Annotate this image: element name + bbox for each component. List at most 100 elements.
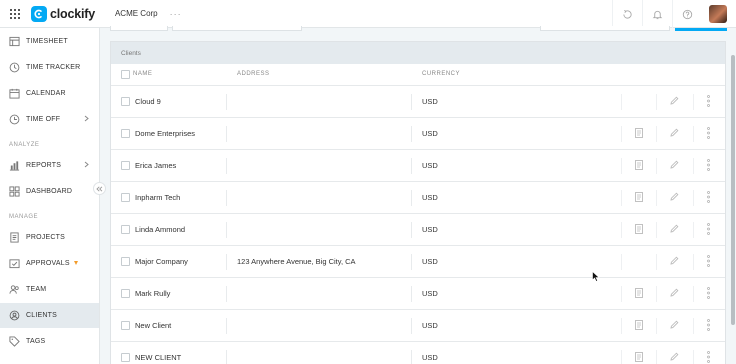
sidebar-item-tags[interactable]: TAGS xyxy=(0,329,99,354)
column-header-name[interactable]: NAME xyxy=(133,71,152,77)
sidebar-item-clients[interactable]: CLIENTS xyxy=(0,303,99,328)
time-off-icon xyxy=(9,114,20,125)
note-icon[interactable] xyxy=(635,352,643,364)
sidebar-item-label: TAGS xyxy=(26,338,46,345)
note-icon[interactable] xyxy=(635,192,643,204)
row-checkbox[interactable] xyxy=(121,161,130,170)
client-address[interactable]: 123 Anywhere Avenue, Big City, CA xyxy=(237,257,356,266)
more-options-icon[interactable] xyxy=(707,159,710,173)
edit-pencil-icon[interactable] xyxy=(670,288,679,299)
table-row[interactable]: NEW CLIENT USD xyxy=(111,341,725,364)
client-currency[interactable]: USD xyxy=(422,289,438,298)
collapse-sidebar-icon[interactable] xyxy=(93,182,106,195)
row-checkbox[interactable] xyxy=(121,129,130,138)
sidebar-item-label: TIMESHEET xyxy=(26,38,68,45)
client-name[interactable]: New Client xyxy=(135,321,171,330)
row-checkbox[interactable] xyxy=(121,97,130,106)
filter-control[interactable] xyxy=(110,26,168,31)
note-icon[interactable] xyxy=(635,224,643,236)
table-row[interactable]: Dome Enterprises USD xyxy=(111,117,725,149)
workspace-more-icon[interactable]: ··· xyxy=(170,9,182,19)
client-name[interactable]: Inpharm Tech xyxy=(135,193,180,202)
client-currency[interactable]: USD xyxy=(422,257,438,266)
search-control[interactable] xyxy=(172,26,302,31)
client-name[interactable]: Dome Enterprises xyxy=(135,129,195,138)
select-all-checkbox[interactable] xyxy=(121,70,130,79)
table-row[interactable]: Erica James USD xyxy=(111,149,725,181)
edit-pencil-icon[interactable] xyxy=(670,320,679,331)
sidebar-item-reports[interactable]: REPORTS xyxy=(0,153,99,178)
client-currency[interactable]: USD xyxy=(422,161,438,170)
client-currency[interactable]: USD xyxy=(422,193,438,202)
more-options-icon[interactable] xyxy=(707,223,710,237)
sidebar-item-label: CLIENTS xyxy=(26,312,57,319)
sidebar-item-time-tracker[interactable]: TIME TRACKER xyxy=(0,55,99,80)
sidebar-item-label: APPROVALS xyxy=(26,260,70,267)
client-currency[interactable]: USD xyxy=(422,129,438,138)
sidebar-item-team[interactable]: TEAM xyxy=(0,277,99,302)
table-title: Clients xyxy=(111,42,725,64)
note-icon[interactable] xyxy=(635,320,643,332)
table-row[interactable]: Inpharm Tech USD xyxy=(111,181,725,213)
row-checkbox[interactable] xyxy=(121,193,130,202)
sidebar: TIMESHEET TIME TRACKER CALENDAR TIME OFF… xyxy=(0,28,100,364)
more-options-icon[interactable] xyxy=(707,127,710,141)
timer-tips-icon[interactable] xyxy=(612,0,642,28)
sidebar-item-label: PROJECTS xyxy=(26,234,65,241)
more-options-icon[interactable] xyxy=(707,255,710,269)
client-name[interactable]: Mark Rully xyxy=(135,289,170,298)
row-checkbox[interactable] xyxy=(121,289,130,298)
table-row[interactable]: Mark Rully USD xyxy=(111,277,725,309)
add-client-input[interactable] xyxy=(540,26,670,31)
table-row[interactable]: Cloud 9 USD xyxy=(111,85,725,117)
edit-pencil-icon[interactable] xyxy=(670,160,679,171)
note-icon[interactable] xyxy=(635,160,643,172)
client-name[interactable]: NEW CLIENT xyxy=(135,353,181,362)
table-row[interactable]: New Client USD xyxy=(111,309,725,341)
note-icon[interactable] xyxy=(635,288,643,300)
user-avatar[interactable] xyxy=(709,5,727,23)
notification-bell-icon[interactable] xyxy=(642,0,672,28)
more-options-icon[interactable] xyxy=(707,319,710,333)
scrollbar[interactable] xyxy=(731,55,735,325)
workspace-name[interactable]: ACME Corp xyxy=(115,9,158,18)
edit-pencil-icon[interactable] xyxy=(670,192,679,203)
sidebar-item-time-off[interactable]: TIME OFF xyxy=(0,107,99,132)
sidebar-item-calendar[interactable]: CALENDAR xyxy=(0,81,99,106)
client-currency[interactable]: USD xyxy=(422,225,438,234)
help-icon[interactable] xyxy=(672,0,702,28)
more-options-icon[interactable] xyxy=(707,95,710,109)
column-header-address: ADDRESS xyxy=(237,71,270,77)
sidebar-item-timesheet[interactable]: TIMESHEET xyxy=(0,29,99,54)
bar-chart-icon xyxy=(9,160,20,171)
apps-grid-icon[interactable] xyxy=(0,0,30,28)
table-row[interactable]: Major Company 123 Anywhere Avenue, Big Ci… xyxy=(111,245,725,277)
note-icon[interactable] xyxy=(635,128,643,140)
edit-pencil-icon[interactable] xyxy=(670,96,679,107)
clockify-logo[interactable]: clockify xyxy=(31,5,95,22)
edit-pencil-icon[interactable] xyxy=(670,224,679,235)
more-options-icon[interactable] xyxy=(707,351,710,364)
edit-pencil-icon[interactable] xyxy=(670,128,679,139)
section-label-manage: MANAGE xyxy=(9,214,39,220)
more-options-icon[interactable] xyxy=(707,287,710,301)
sidebar-item-projects[interactable]: PROJECTS xyxy=(0,225,99,250)
table-row[interactable]: Linda Ammond USD xyxy=(111,213,725,245)
row-checkbox[interactable] xyxy=(121,225,130,234)
client-name[interactable]: Linda Ammond xyxy=(135,225,185,234)
add-button[interactable] xyxy=(675,28,727,31)
more-options-icon[interactable] xyxy=(707,191,710,205)
client-name[interactable]: Cloud 9 xyxy=(135,97,161,106)
edit-pencil-icon[interactable] xyxy=(670,352,679,363)
client-name[interactable]: Major Company xyxy=(135,257,188,266)
client-currency[interactable]: USD xyxy=(422,353,438,362)
edit-pencil-icon[interactable] xyxy=(670,256,679,267)
client-currency[interactable]: USD xyxy=(422,321,438,330)
client-name[interactable]: Erica James xyxy=(135,161,176,170)
row-checkbox[interactable] xyxy=(121,353,130,362)
sidebar-item-dashboard[interactable]: DASHBOARD xyxy=(0,179,99,204)
row-checkbox[interactable] xyxy=(121,321,130,330)
sidebar-item-approvals[interactable]: APPROVALS xyxy=(0,251,99,276)
row-checkbox[interactable] xyxy=(121,257,130,266)
client-currency[interactable]: USD xyxy=(422,97,438,106)
